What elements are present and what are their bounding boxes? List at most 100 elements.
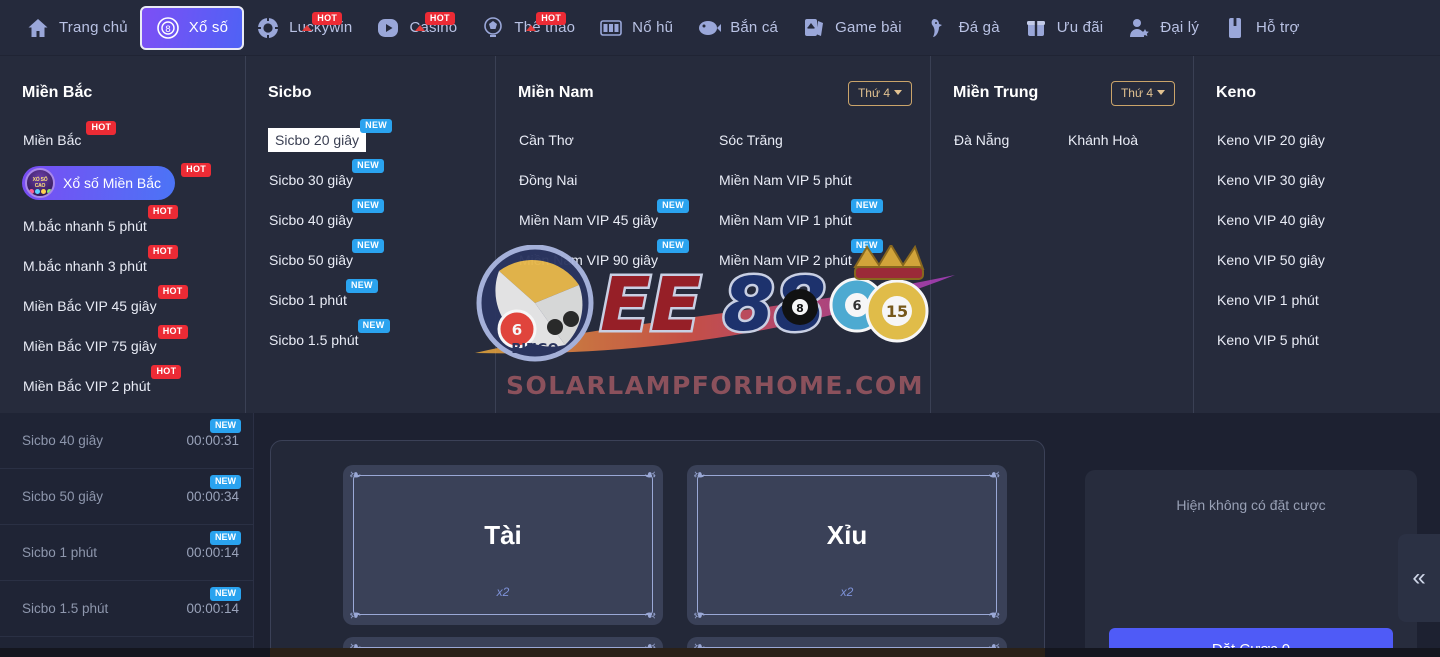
nav-item-casino[interactable]: Casino HOT bbox=[364, 6, 469, 50]
bet-option-tai[interactable]: ❧ ❧ ❧ ❧ Tài x2 bbox=[343, 465, 663, 625]
gift-icon bbox=[1024, 16, 1048, 40]
column-header: Miền Nam Thứ 4 bbox=[518, 78, 912, 108]
nav-item-label: Casino bbox=[409, 19, 458, 36]
list-item[interactable]: Sicbo 50 giây 00:00:34 NEW bbox=[0, 469, 253, 525]
nav-item-da-ga[interactable]: Đá gà bbox=[914, 6, 1012, 50]
column-header: Miền Bắc bbox=[22, 78, 227, 108]
nav-item-ban-ca[interactable]: Bắn cá bbox=[685, 6, 790, 50]
list-item[interactable]: Sicbo 1 phút 00:00:14 NEW bbox=[0, 525, 253, 581]
nav-item-no-hu[interactable]: Nổ hũ bbox=[587, 6, 685, 50]
menu-item-label: Keno VIP 40 giây bbox=[1217, 212, 1325, 228]
nav-item-game-bai[interactable]: Game bài bbox=[790, 6, 914, 50]
menu-item-xo-so-mien-bac[interactable]: XỔ SỐ CAO Xổ số Miền Bắc HOT bbox=[22, 160, 212, 206]
menu-item-mien-bac-vip-75-giay[interactable]: Miền Bắc VIP 75 giây HOT bbox=[22, 325, 188, 366]
soccer-ball-icon bbox=[481, 16, 505, 40]
mien-nam-day-filter[interactable]: Thứ 4 bbox=[847, 80, 912, 106]
day-filter-label: Thứ 4 bbox=[857, 85, 890, 100]
bet-option-label: Tài bbox=[484, 519, 522, 550]
bet-slip-panel: Hiện không có đặt cược Đặt Cược 0 bbox=[1085, 470, 1417, 657]
list-item-name: Sicbo 40 giây bbox=[22, 433, 104, 448]
menu-item-label: Keno VIP 50 giây bbox=[1217, 252, 1325, 268]
menu-item-keno-vip-20-giay[interactable]: Keno VIP 20 giây bbox=[1216, 120, 1326, 160]
ornament-corner-icon: ❧ bbox=[349, 606, 362, 623]
ornament-corner-icon: ❧ bbox=[693, 606, 706, 623]
list-item-name: Sicbo 1 phút bbox=[22, 545, 98, 560]
chevron-down-icon bbox=[894, 90, 902, 95]
nav-item-uu-dai[interactable]: Ưu đãi bbox=[1012, 6, 1116, 50]
menu-item-mien-nam-vip-2-phut[interactable]: Miền Nam VIP 2 phút NEW bbox=[718, 239, 883, 280]
nav-item-label: Nổ hũ bbox=[632, 19, 674, 36]
nav-item-trang-chu[interactable]: Trang chủ bbox=[14, 6, 140, 50]
column-title: Miền Nam bbox=[518, 84, 594, 101]
bet-option-multiplier: x2 bbox=[840, 585, 854, 599]
new-badge: NEW bbox=[357, 319, 390, 333]
menu-item-keno-vip-30-giay[interactable]: Keno VIP 30 giây bbox=[1216, 160, 1326, 200]
collapse-panel-handle[interactable]: « bbox=[1398, 534, 1440, 622]
menu-item-label: Đồng Nai bbox=[519, 172, 578, 188]
menu-item-can-tho[interactable]: Cần Thơ bbox=[518, 120, 575, 160]
new-badge: NEW bbox=[210, 587, 241, 601]
menu-item-khanh-hoa[interactable]: Khánh Hoà bbox=[1067, 120, 1139, 160]
new-badge: NEW bbox=[657, 199, 690, 213]
nav-item-xo-so[interactable]: 8 Xổ số bbox=[139, 5, 245, 50]
column-title: Keno bbox=[1216, 84, 1256, 101]
hot-badge: HOT bbox=[147, 205, 178, 219]
bottom-strip bbox=[0, 648, 1440, 657]
nav-item-dai-ly[interactable]: Đại lý bbox=[1115, 6, 1211, 50]
day-filter-label: Thứ 4 bbox=[1120, 85, 1153, 100]
nav-item-ho-tro[interactable]: Hỗ trợ bbox=[1211, 6, 1312, 50]
menu-item-label: Cần Thơ bbox=[519, 132, 574, 148]
menu-item-sicbo-50-giay[interactable]: Sicbo 50 giây NEW bbox=[268, 239, 385, 280]
menu-item-sicbo-30-giay[interactable]: Sicbo 30 giây NEW bbox=[268, 159, 385, 200]
column-header: Keno bbox=[1216, 78, 1422, 108]
menu-item-sicbo-15-phut[interactable]: Sicbo 1.5 phút NEW bbox=[268, 319, 390, 360]
menu-item-mien-nam-vip-90-giay[interactable]: Miền Nam VIP 90 giây NEW bbox=[518, 239, 690, 280]
menu-item-mbac-nhanh-5-phut[interactable]: M.bắc nhanh 5 phút HOT bbox=[22, 205, 178, 246]
nav-item-label: Đá gà bbox=[958, 19, 1000, 36]
menu-item-sicbo-1-phut[interactable]: Sicbo 1 phút NEW bbox=[268, 279, 378, 320]
nav-item-luckywin[interactable]: Luckywin HOT bbox=[244, 6, 364, 50]
list-item[interactable]: Sicbo 1.5 phút 00:00:14 NEW bbox=[0, 581, 253, 637]
mien-trung-item-grid: Đà Nẵng Khánh Hoà bbox=[953, 120, 1175, 160]
new-badge: NEW bbox=[657, 239, 690, 253]
menu-item-mien-nam-vip-5-phut[interactable]: Miền Nam VIP 5 phút bbox=[718, 160, 853, 200]
nav-item-the-thao[interactable]: Thể thao HOT bbox=[469, 6, 587, 50]
menu-item-keno-vip-1-phut[interactable]: Keno VIP 1 phút bbox=[1216, 280, 1320, 320]
column-header: Sicbo bbox=[268, 78, 477, 108]
menu-item-label: Miền Nam VIP 2 phút bbox=[719, 252, 852, 268]
featured-pill[interactable]: XỔ SỐ CAO Xổ số Miền Bắc bbox=[22, 166, 176, 200]
menu-item-mien-bac-vip-2-phut[interactable]: Miền Bắc VIP 2 phút HOT bbox=[22, 365, 182, 406]
menu-item-label: Miền Bắc bbox=[23, 132, 82, 148]
menu-item-mien-nam-vip-45-giay[interactable]: Miền Nam VIP 45 giây NEW bbox=[518, 199, 690, 240]
menu-item-dong-nai[interactable]: Đồng Nai bbox=[518, 160, 578, 200]
menu-item-da-nang[interactable]: Đà Nẵng bbox=[953, 120, 1010, 160]
menu-item-sicbo-40-giay[interactable]: Sicbo 40 giây NEW bbox=[268, 199, 385, 240]
list-item[interactable]: Sicbo 40 giây 00:00:31 NEW bbox=[0, 413, 253, 469]
game-schedule-list[interactable]: Sicbo 40 giây 00:00:31 NEW Sicbo 50 giây… bbox=[0, 413, 254, 657]
keno-item-list: Keno VIP 20 giây Keno VIP 30 giây Keno V… bbox=[1216, 120, 1422, 360]
ornament-corner-icon: ❧ bbox=[644, 606, 657, 623]
menu-item-soc-trang[interactable]: Sóc Trăng bbox=[718, 120, 784, 160]
lottery-ball-icon: 8 bbox=[156, 16, 180, 40]
bet-option-xiu[interactable]: ❧ ❧ ❧ ❧ Xỉu x2 bbox=[687, 465, 1007, 625]
menu-item-mien-bac-vip-45-giay[interactable]: Miền Bắc VIP 45 giây HOT bbox=[22, 285, 188, 326]
menu-item-mbac-nhanh-3-phut[interactable]: M.bắc nhanh 3 phút HOT bbox=[22, 245, 178, 286]
list-item-name: Sicbo 50 giây bbox=[22, 489, 104, 504]
new-badge: NEW bbox=[352, 159, 385, 173]
menu-item-mien-nam-vip-1-phut[interactable]: Miền Nam VIP 1 phút NEW bbox=[718, 199, 883, 240]
main-navigation: Trang chủ 8 Xổ số Luckywin HOT Casino HO… bbox=[0, 0, 1440, 56]
menu-item-keno-vip-50-giay[interactable]: Keno VIP 50 giây bbox=[1216, 240, 1326, 280]
menu-item-sicbo-20-giay[interactable]: Sicbo 20 giây NEW bbox=[268, 119, 393, 160]
menu-item-keno-vip-5-phut[interactable]: Keno VIP 5 phút bbox=[1216, 320, 1320, 360]
mega-column-mien-trung: Miền Trung Thứ 4 Đà Nẵng Khánh Hoà bbox=[930, 56, 1193, 413]
menu-item-label: Keno VIP 30 giây bbox=[1217, 172, 1325, 188]
menu-item-label: Miền Bắc VIP 2 phút bbox=[23, 378, 151, 394]
nav-item-label: Ưu đãi bbox=[1056, 19, 1104, 36]
bet-board: « » ❧ ❧ ❧ ❧ Tài x2 ❧ ❧ ❧ ❧ Xỉu x2 bbox=[270, 440, 1045, 657]
mien-trung-day-filter[interactable]: Thứ 4 bbox=[1110, 80, 1175, 106]
menu-item-keno-vip-40-giay[interactable]: Keno VIP 40 giây bbox=[1216, 200, 1326, 240]
mien-bac-item-list: Miền Bắc HOT XỔ SỐ CAO Xổ số Miền Bắc HO… bbox=[22, 120, 227, 406]
bet-slip-empty-text: Hiện không có đặt cược bbox=[1176, 497, 1326, 513]
support-book-icon bbox=[1223, 16, 1247, 40]
menu-item-mien-bac[interactable]: Miền Bắc HOT bbox=[22, 120, 117, 160]
